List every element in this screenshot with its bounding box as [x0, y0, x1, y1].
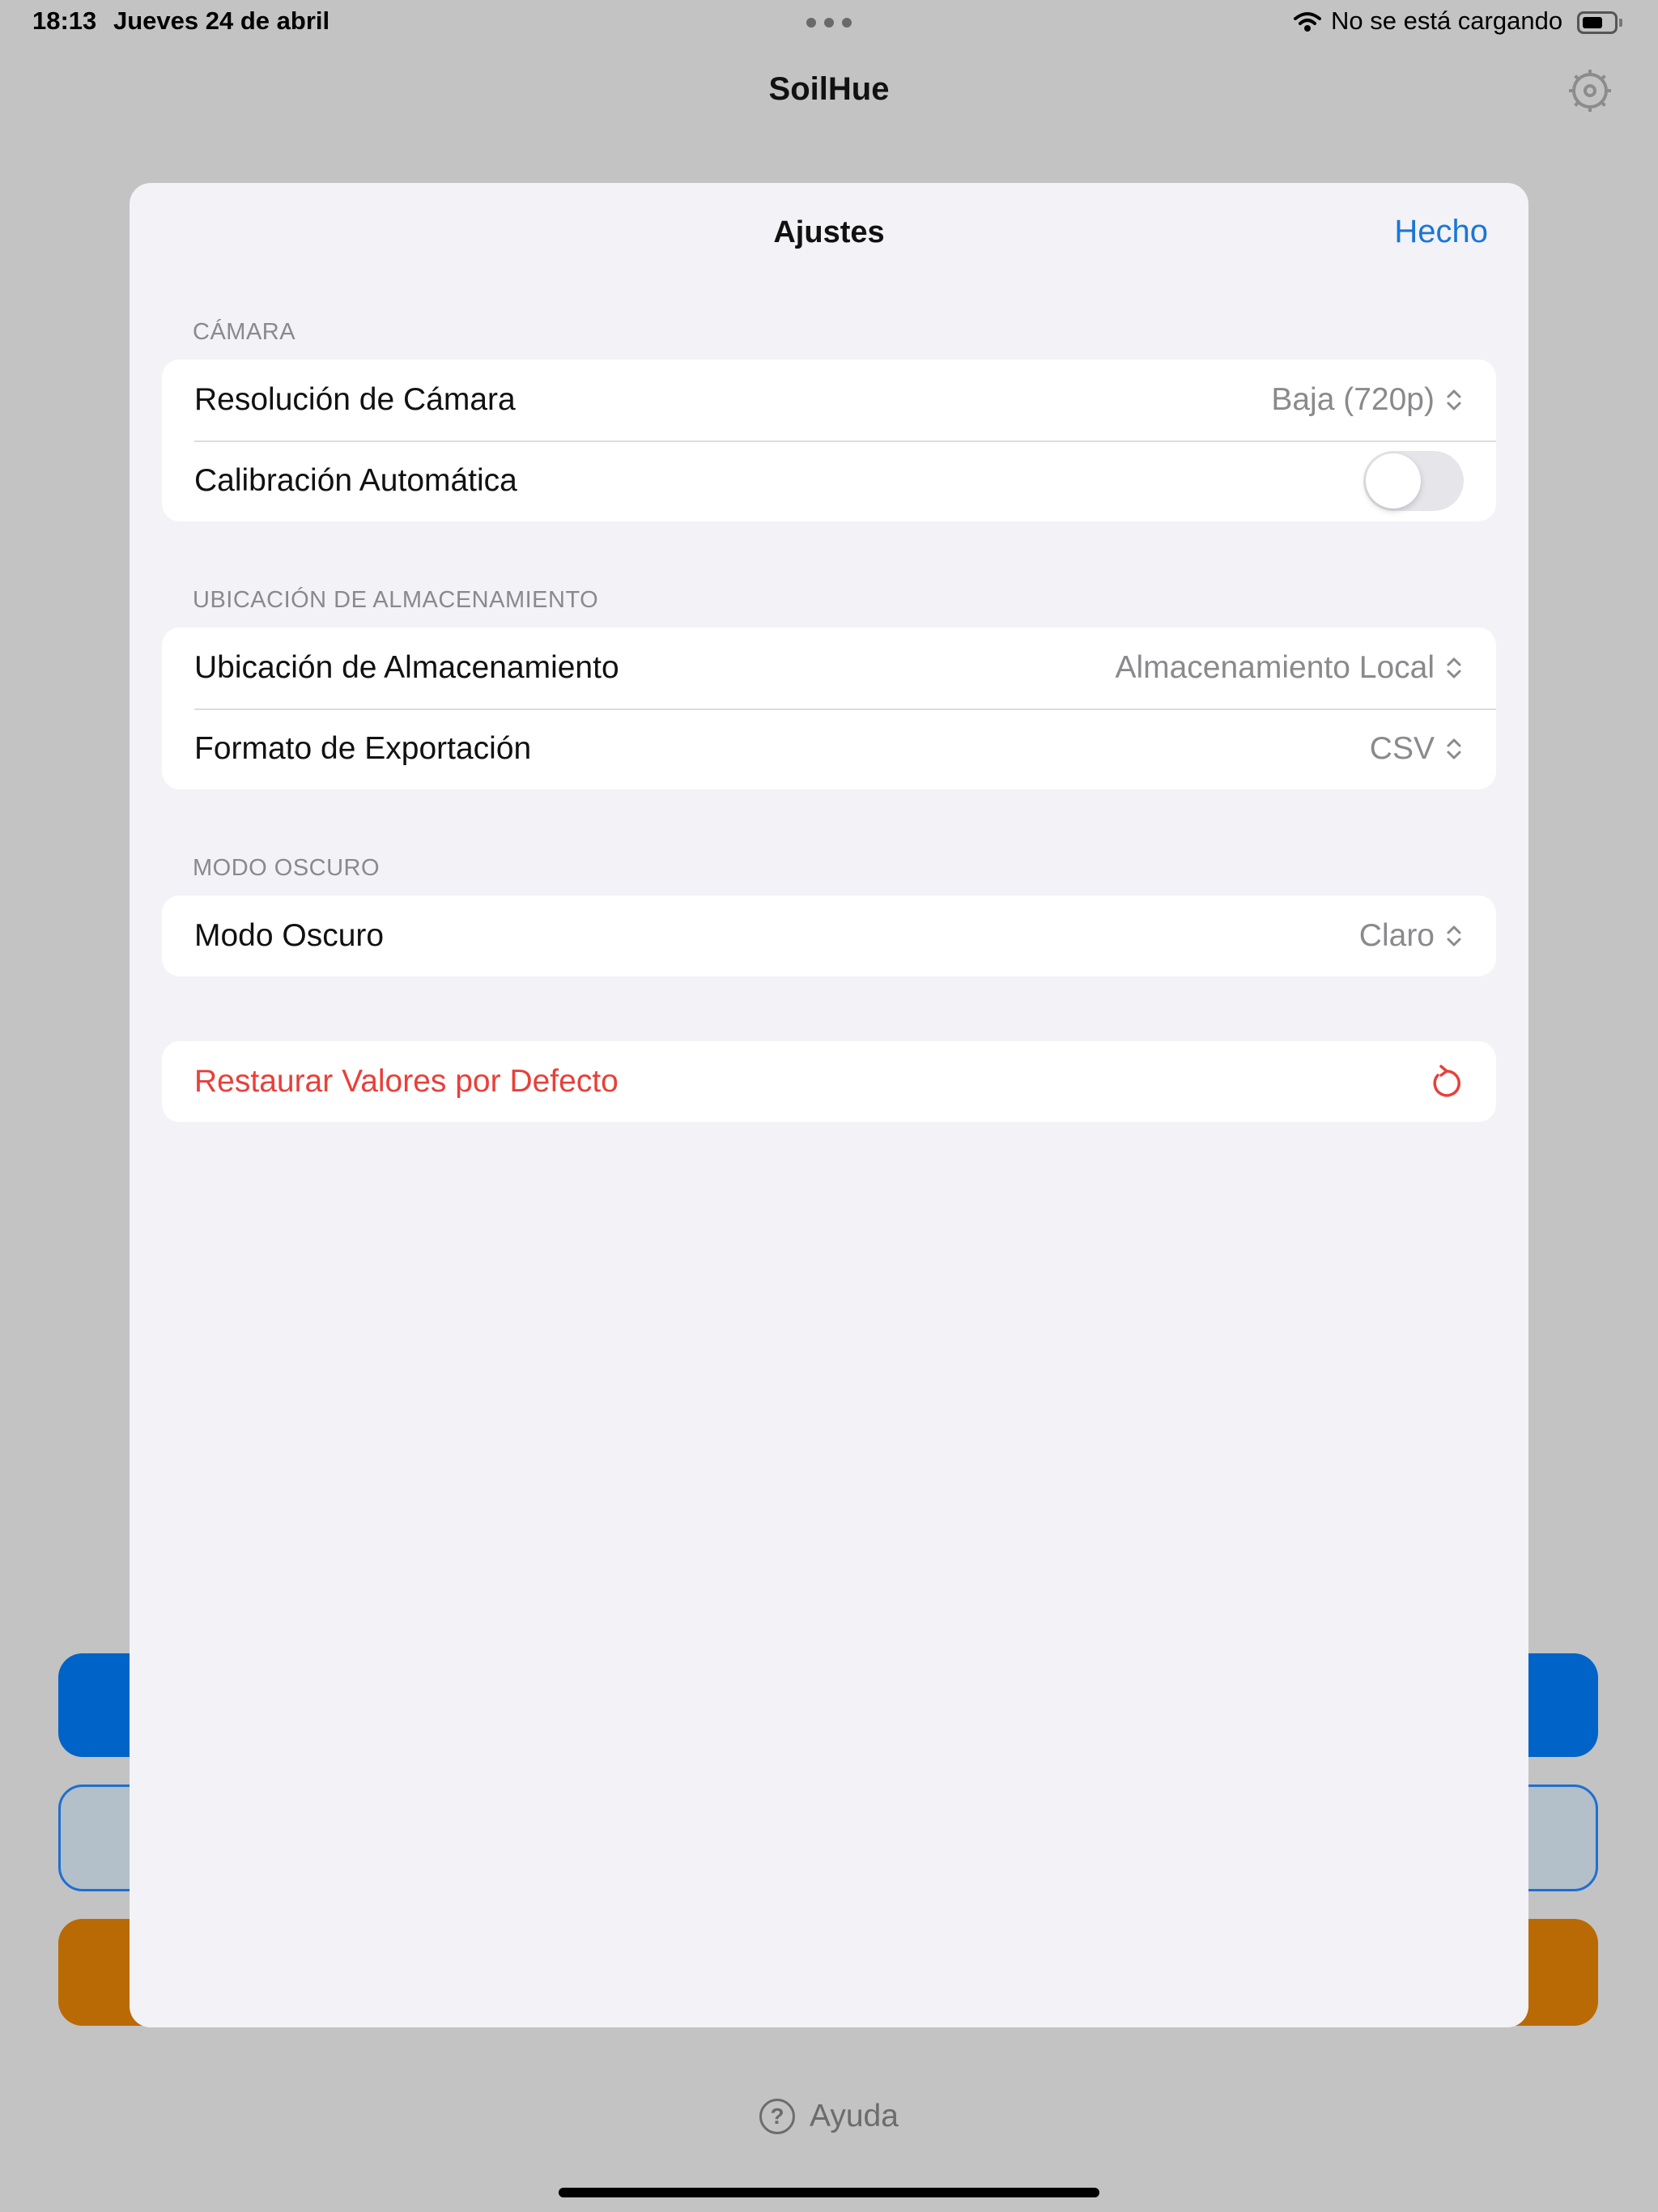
camera-group: Resolución de Cámara Baja (720p) Calibra…: [162, 359, 1496, 521]
app-title: SoilHue: [768, 71, 890, 107]
auto-calibration-row: Calibración Automática: [162, 440, 1496, 521]
home-indicator[interactable]: [559, 2188, 1099, 2197]
chevron-updown-icon: [1447, 389, 1461, 410]
storage-group: Ubicación de Almacenamiento Almacenamien…: [162, 627, 1496, 789]
camera-resolution-value: Baja (720p): [1271, 382, 1435, 417]
sheet-title: Ajustes: [773, 215, 885, 249]
auto-calibration-label: Calibración Automática: [194, 463, 517, 498]
section-header-storage: UBICACIÓN DE ALMACENAMIENTO: [193, 587, 599, 613]
status-time: 18:13: [32, 6, 97, 35]
help-button[interactable]: ? Ayuda: [0, 2099, 1658, 2144]
wifi-icon: [1294, 12, 1321, 32]
dark-mode-label: Modo Oscuro: [194, 918, 385, 953]
reset-defaults-label: Restaurar Valores por Defecto: [194, 1064, 619, 1099]
gear-icon[interactable]: [1566, 66, 1614, 115]
chevron-updown-icon: [1447, 738, 1461, 759]
export-format-label: Formato de Exportación: [194, 731, 532, 766]
chevron-updown-icon: [1447, 657, 1461, 678]
storage-location-row[interactable]: Ubicación de Almacenamiento Almacenamien…: [162, 627, 1496, 708]
chevron-updown-icon: [1447, 925, 1461, 946]
reset-group: Restaurar Valores por Defecto: [162, 1041, 1496, 1122]
battery-icon: [1577, 11, 1622, 34]
settings-sheet: Ajustes Hecho CÁMARA Resolución de Cámar…: [130, 183, 1528, 2027]
done-button[interactable]: Hecho: [1394, 214, 1488, 250]
help-label: Ayuda: [810, 2099, 899, 2133]
dark-mode-value: Claro: [1358, 918, 1435, 953]
reset-defaults-button[interactable]: Restaurar Valores por Defecto: [162, 1041, 1496, 1122]
question-circle-icon: ?: [759, 2099, 796, 2134]
reset-arrow-icon: [1433, 1065, 1460, 1097]
battery-status-label: No se está cargando: [1331, 6, 1563, 35]
status-bar: 18:13 Jueves 24 de abril No se está carg…: [0, 0, 1658, 45]
dark-mode-group: Modo Oscuro Claro: [162, 895, 1496, 976]
section-header-camera: CÁMARA: [193, 319, 296, 345]
section-header-dark-mode: MODO OSCURO: [193, 855, 380, 881]
multitasking-dots-icon[interactable]: [806, 18, 852, 28]
storage-location-label: Ubicación de Almacenamiento: [194, 650, 619, 685]
camera-resolution-label: Resolución de Cámara: [194, 382, 516, 417]
storage-location-value: Almacenamiento Local: [1115, 650, 1435, 685]
dark-mode-row[interactable]: Modo Oscuro Claro: [162, 895, 1496, 976]
toggle-knob: [1366, 453, 1421, 508]
auto-calibration-toggle[interactable]: [1363, 451, 1464, 511]
camera-resolution-row[interactable]: Resolución de Cámara Baja (720p): [162, 359, 1496, 440]
status-date: Jueves 24 de abril: [113, 6, 330, 35]
export-format-value: CSV: [1369, 731, 1435, 766]
export-format-row[interactable]: Formato de Exportación CSV: [162, 708, 1496, 789]
